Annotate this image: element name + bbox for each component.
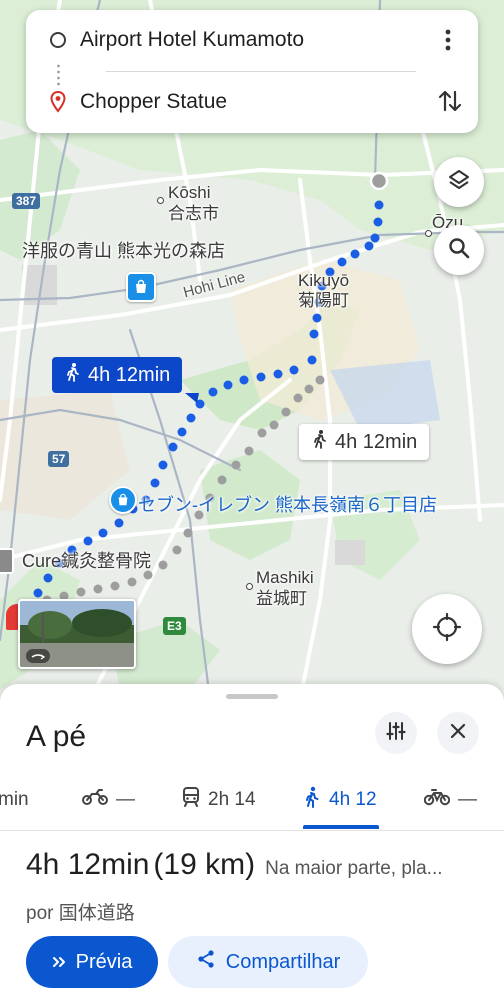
walk-icon xyxy=(64,362,82,388)
koshi-label-en[interactable]: Kōshi xyxy=(168,182,211,204)
selected-route-time: 4h 12min xyxy=(88,363,171,386)
mashiki-marker xyxy=(246,583,253,590)
street-view-thumbnail[interactable] xyxy=(18,599,136,669)
card-divider xyxy=(106,71,416,72)
ozu-marker xyxy=(425,230,432,237)
tab-bicycle[interactable]: — xyxy=(423,772,477,828)
selected-route-time-chip[interactable]: 4h 12min xyxy=(52,357,183,393)
origin-input[interactable]: Airport Hotel Kumamoto xyxy=(80,28,304,52)
destination-input[interactable]: Chopper Statue xyxy=(80,90,227,114)
layers-button[interactable] xyxy=(434,157,484,207)
train-icon xyxy=(182,787,200,813)
bicycle-icon xyxy=(423,788,451,812)
cure-clinic-label[interactable]: Cure鍼灸整骨院 xyxy=(22,550,151,572)
clinic-marker[interactable] xyxy=(0,548,14,574)
origin-circle-icon xyxy=(50,32,66,48)
route-duration: 4h 12min xyxy=(26,848,150,881)
alternate-route-time: 4h 12min xyxy=(335,430,418,453)
sliders-icon xyxy=(386,721,406,746)
expressway-e3-shield: E3 xyxy=(163,617,186,635)
directions-card: Airport Hotel Kumamoto Chopper Statue xyxy=(26,10,478,133)
route-note: Na maior parte, pla... xyxy=(265,858,443,879)
walk-icon xyxy=(303,786,321,814)
kikuyo-label-en[interactable]: Kikuyō xyxy=(298,270,349,292)
tab-transit[interactable]: 2h 14 xyxy=(182,772,256,828)
chip-pointer xyxy=(185,393,199,403)
tab-driving[interactable]: min xyxy=(0,772,29,828)
share-button[interactable]: Compartilhar xyxy=(168,936,368,988)
walk-icon xyxy=(311,429,329,455)
my-location-button[interactable] xyxy=(412,594,482,664)
route-387-shield: 387 xyxy=(12,193,41,209)
tab-bicycle-label: — xyxy=(458,789,477,810)
close-directions-button[interactable] xyxy=(437,712,479,754)
convenience-store-icon[interactable] xyxy=(109,486,137,514)
route-distance: (19 km) xyxy=(153,848,256,881)
alternate-route-time-chip[interactable]: 4h 12min xyxy=(299,424,430,460)
shopping-bag-icon[interactable] xyxy=(126,272,156,302)
tab-motorcycle-label: — xyxy=(116,789,135,810)
crosshair-icon xyxy=(432,612,462,647)
travel-mode-title: A pé xyxy=(26,720,87,753)
preview-button[interactable]: Prévia xyxy=(26,936,158,988)
tab-walking[interactable]: 4h 12 xyxy=(303,772,377,828)
more-options-icon[interactable] xyxy=(436,18,460,62)
search-icon xyxy=(447,236,471,265)
swap-directions-icon[interactable] xyxy=(438,88,462,119)
panorama-icon xyxy=(26,649,50,663)
preview-label: Prévia xyxy=(75,950,133,973)
layers-icon xyxy=(447,168,471,197)
koshi-marker xyxy=(157,197,164,204)
sheet-drag-handle[interactable] xyxy=(226,694,278,699)
route-via: por 国体道路 xyxy=(26,903,135,924)
share-label: Compartilhar xyxy=(225,950,341,973)
origin-row[interactable]: Airport Hotel Kumamoto xyxy=(26,20,478,60)
seven-eleven-label[interactable]: セブン-イレブン 熊本長嶺南６丁目店 xyxy=(138,494,437,516)
search-along-route-button[interactable] xyxy=(434,225,484,275)
tab-walking-label: 4h 12 xyxy=(329,789,377,810)
kikuyo-label-jp[interactable]: 菊陽町 xyxy=(298,290,349,312)
motorcycle-icon xyxy=(82,788,108,812)
tab-motorcycle[interactable]: — xyxy=(82,772,135,828)
share-icon xyxy=(196,949,216,975)
route-options-button[interactable] xyxy=(375,712,417,754)
koshi-label-jp[interactable]: 合志市 xyxy=(168,203,219,225)
active-tab-indicator xyxy=(303,825,379,829)
tab-driving-label: min xyxy=(0,789,29,810)
destination-row[interactable]: Chopper Statue xyxy=(26,82,478,122)
directions-bottom-sheet: A pé min — 2h 14 4h 12 — 4h 12min (19 km… xyxy=(0,684,504,1000)
mashiki-label-en[interactable]: Mashiki xyxy=(256,567,314,589)
route-57-shield: 57 xyxy=(48,451,70,467)
mashiki-label-jp[interactable]: 益城町 xyxy=(256,588,307,610)
travel-mode-tabs: min — 2h 14 4h 12 — xyxy=(0,772,504,831)
double-chevron-icon xyxy=(52,951,66,974)
store-aoyama-label[interactable]: 洋服の青山 熊本光の森店 xyxy=(22,240,225,262)
route-summary[interactable]: 4h 12min (19 km) Na maior parte, pla... xyxy=(26,848,496,882)
destination-pin-icon xyxy=(50,90,66,118)
close-icon xyxy=(450,723,466,744)
tab-transit-label: 2h 14 xyxy=(208,789,256,810)
